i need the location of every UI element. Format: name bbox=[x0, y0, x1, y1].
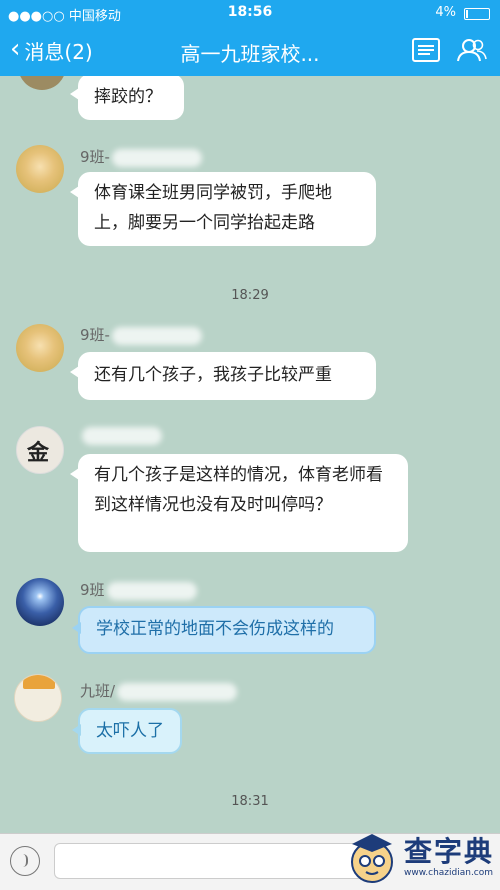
message-bubble[interactable]: 还有几个孩子，我孩子比较严重 bbox=[70, 352, 376, 400]
message-bubble[interactable]: 体育课全班男同学被罚，手爬地上，脚要另一个同学抬起走路 bbox=[70, 172, 376, 246]
avatar[interactable] bbox=[16, 578, 64, 626]
avatar[interactable] bbox=[14, 674, 62, 722]
blurred-name bbox=[106, 581, 197, 600]
message-text: 有几个孩子是这样的情况，体育老师看到这样情况也没有及时叫停吗？ bbox=[94, 465, 383, 515]
message-bubble[interactable]: 学校正常的地面不会伤成这样的 bbox=[72, 606, 376, 654]
menu-icon[interactable] bbox=[412, 38, 440, 62]
message-input[interactable] bbox=[54, 843, 364, 879]
message-bubble[interactable]: 有几个孩子是这样的情况，体育老师看到这样情况也没有及时叫停吗？ bbox=[70, 454, 408, 552]
timestamp: 18:31 bbox=[231, 794, 269, 809]
battery-percent: 4% bbox=[435, 5, 456, 20]
battery-icon bbox=[464, 8, 490, 20]
blurred-name bbox=[82, 426, 162, 445]
back-button[interactable]: ‹ 消息(2) bbox=[10, 36, 93, 65]
blurred-name bbox=[111, 148, 202, 167]
avatar[interactable] bbox=[16, 324, 64, 372]
watermark: 查字典 www.chazidian.com bbox=[344, 830, 494, 888]
message-text: 学校正常的地面不会伤成这样的 bbox=[96, 619, 334, 639]
sender-name: 9班 bbox=[80, 579, 197, 600]
sender-name: 9班- bbox=[80, 146, 202, 167]
chevron-left-icon: ‹ bbox=[10, 34, 21, 64]
timestamp: 18:29 bbox=[231, 288, 269, 303]
sender-name: 9班- bbox=[80, 324, 202, 345]
input-bar: 查字典 www.chazidian.com bbox=[0, 833, 500, 890]
message-text: 体育课全班男同学被罚，手爬地上，脚要另一个同学抬起走路 bbox=[94, 183, 332, 233]
blurred-name bbox=[111, 326, 202, 345]
voice-input-button[interactable] bbox=[10, 846, 40, 876]
chat-title: 高一九班家校... bbox=[180, 42, 320, 66]
message-text: 还有几个孩子，我孩子比较严重 bbox=[94, 365, 332, 385]
tiger-ears-icon bbox=[23, 675, 55, 689]
message-bubble[interactable]: 摔跤的？ bbox=[70, 76, 184, 120]
group-members-icon[interactable] bbox=[456, 38, 488, 62]
status-time: 18:56 bbox=[227, 4, 273, 20]
message-text: 摔跤的？ bbox=[94, 87, 162, 107]
avatar[interactable] bbox=[16, 145, 64, 193]
nav-bar: ‹ 消息(2) 高一九班家校... bbox=[0, 26, 500, 76]
watermark-text: 查字典 bbox=[404, 835, 495, 868]
chat-area[interactable]: 摔跤的？ 9班- 体育课全班男同学被罚，手爬地上，脚要另一个同学抬起走路 18:… bbox=[0, 76, 500, 833]
sender-name bbox=[80, 426, 162, 445]
message-bubble[interactable]: 太吓人了 bbox=[72, 708, 182, 754]
status-bar: ●●●○○ 中国移动 18:56 4% bbox=[0, 0, 500, 26]
back-label: 消息(2) bbox=[24, 40, 93, 64]
message-text: 太吓人了 bbox=[96, 721, 164, 741]
sender-name: 九班/ bbox=[80, 680, 238, 701]
avatar-glyph: 金 bbox=[27, 441, 50, 466]
mascot-icon bbox=[351, 834, 393, 883]
avatar[interactable]: 金 bbox=[16, 426, 64, 474]
avatar[interactable] bbox=[18, 76, 66, 90]
watermark-url: www.chazidian.com bbox=[404, 868, 494, 878]
blurred-name bbox=[117, 682, 238, 701]
